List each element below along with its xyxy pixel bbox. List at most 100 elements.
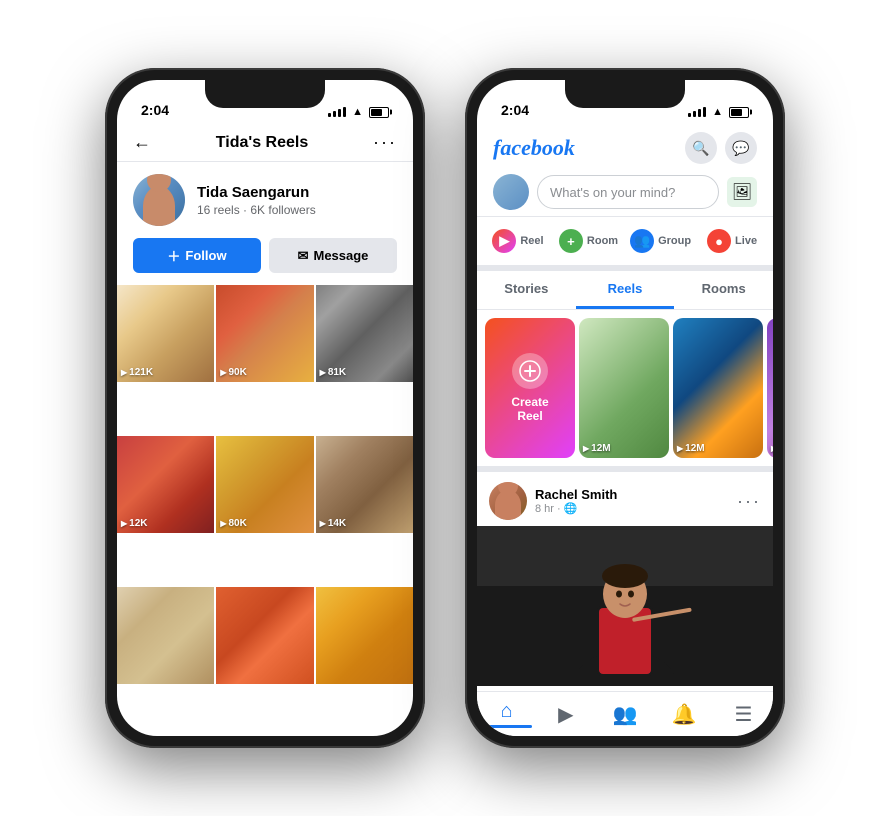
room-label: Room: [587, 235, 618, 247]
follow-button[interactable]: ＋ Follow: [133, 238, 261, 273]
group-label: Group: [658, 235, 691, 247]
search-button[interactable]: 🔍: [685, 132, 717, 164]
nav-reels[interactable]: ▶: [536, 692, 595, 736]
fb-header: facebook 🔍 💬: [477, 124, 773, 168]
message-button[interactable]: ✉ Message: [269, 238, 397, 273]
grid-item-1[interactable]: ▶ 121K: [117, 285, 214, 382]
reel-action-button[interactable]: ▶ Reel: [485, 223, 551, 259]
grid-item-9[interactable]: [316, 587, 413, 684]
view-count-4: ▶ 12K: [121, 518, 148, 529]
reel-item-3[interactable]: ▶ 12M: [767, 318, 773, 458]
group-action-button[interactable]: 👥 Group: [626, 223, 695, 259]
post-more-button[interactable]: ···: [737, 491, 761, 512]
wifi-icon-2: ▲: [712, 106, 723, 118]
nav-menu[interactable]: ☰: [714, 692, 773, 736]
reels-grid: ▶ 121K ▶ 90K ▶ 81K: [117, 285, 413, 736]
phone-1: 2:04 ▲ ← Tida's Reels ···: [105, 68, 425, 748]
live-label: Live: [735, 235, 757, 247]
time-2: 2:04: [501, 102, 529, 118]
post-timestamp: 8 hr · 🌐: [535, 502, 617, 515]
grid-item-5[interactable]: ▶ 80K: [216, 436, 313, 533]
grid-item-7[interactable]: [117, 587, 214, 684]
messenger-icon: ✉: [298, 248, 309, 264]
tab-stories[interactable]: Stories: [477, 271, 576, 309]
profile-info: Tida Saengarun 16 reels · 6K followers: [197, 184, 316, 217]
notch-2: [565, 80, 685, 108]
profile-stats: 16 reels · 6K followers: [197, 203, 316, 217]
messenger-button[interactable]: 💬: [725, 132, 757, 164]
more-button[interactable]: ···: [373, 132, 397, 153]
view-count-6: ▶ 14K: [320, 518, 347, 529]
reel-view-count-1: ▶ 12M: [583, 443, 611, 454]
battery-icon-2: [729, 107, 749, 118]
grid-item-3[interactable]: ▶ 81K: [316, 285, 413, 382]
reels-scroll-row[interactable]: CreateReel ▶ 12M ▶ 12M ▶ 1: [477, 310, 773, 472]
nav-notifications[interactable]: 🔔: [655, 692, 714, 736]
reel-icon: ▶: [492, 229, 516, 253]
post-header: Rachel Smith 8 hr · 🌐 ···: [477, 472, 773, 526]
post-author-details: Rachel Smith 8 hr · 🌐: [535, 487, 617, 515]
post-author-avatar: [489, 482, 527, 520]
content-tabs: Stories Reels Rooms: [477, 271, 773, 310]
follow-label: Follow: [185, 248, 226, 263]
avatar: [133, 174, 185, 226]
signal-icon: [328, 107, 346, 117]
live-action-button[interactable]: ● Live: [699, 223, 765, 259]
grid-item-6[interactable]: ▶ 14K: [316, 436, 413, 533]
reel-label: Reel: [520, 235, 543, 247]
facebook-logo: facebook: [493, 135, 575, 161]
compose-placeholder: What's on your mind?: [550, 185, 675, 200]
group-icon: 👥: [630, 229, 654, 253]
view-count-2: ▶ 90K: [220, 367, 247, 378]
nav-home[interactable]: ⌂: [477, 692, 536, 736]
photo-button[interactable]: 🖼: [727, 177, 757, 207]
signal-icon-2: [688, 107, 706, 117]
bottom-nav: ⌂ ▶ 👥 🔔 ☰: [477, 691, 773, 736]
reel-item-2[interactable]: ▶ 12M: [673, 318, 763, 458]
reel-view-count-3: ▶ 12M: [771, 443, 773, 454]
home-icon: ⌂: [501, 700, 513, 723]
status-icons-2: ▲: [688, 106, 749, 118]
compose-bar: What's on your mind? 🖼: [477, 168, 773, 217]
action-buttons: ＋ Follow ✉ Message: [117, 238, 413, 285]
grid-item-8[interactable]: [216, 587, 313, 684]
reel-item-1[interactable]: ▶ 12M: [579, 318, 669, 458]
wifi-icon: ▲: [352, 106, 363, 118]
bell-icon: 🔔: [672, 702, 697, 727]
room-action-button[interactable]: + Room: [555, 223, 622, 259]
create-reel-icon: [512, 353, 548, 389]
page-title: Tida's Reels: [216, 134, 308, 152]
post-author-name: Rachel Smith: [535, 487, 617, 502]
header-icons: 🔍 💬: [685, 132, 757, 164]
follow-icon: ＋: [167, 246, 180, 265]
view-count-5: ▶ 80K: [220, 518, 247, 529]
grid-item-2[interactable]: ▶ 90K: [216, 285, 313, 382]
action-row: ▶ Reel + Room 👥 Group ● Live: [477, 217, 773, 271]
notch-1: [205, 80, 325, 108]
tab-rooms[interactable]: Rooms: [674, 271, 773, 309]
groups-icon: 👥: [613, 702, 638, 727]
create-reel-button[interactable]: CreateReel: [485, 318, 575, 458]
live-icon: ●: [707, 229, 731, 253]
view-count-1: ▶ 121K: [121, 367, 153, 378]
menu-icon: ☰: [734, 702, 752, 727]
battery-icon: [369, 107, 389, 118]
profile-name: Tida Saengarun: [197, 184, 316, 201]
grid-item-4[interactable]: ▶ 12K: [117, 436, 214, 533]
status-icons-1: ▲: [328, 106, 389, 118]
tab-reels[interactable]: Reels: [576, 271, 675, 309]
reels-header: ← Tida's Reels ···: [117, 124, 413, 162]
post-author: Rachel Smith 8 hr · 🌐: [489, 482, 617, 520]
reels-nav-icon: ▶: [558, 702, 573, 727]
room-icon: +: [559, 229, 583, 253]
user-avatar: [493, 174, 529, 210]
nav-groups[interactable]: 👥: [595, 692, 654, 736]
phone-2: 2:04 ▲ facebook 🔍 💬: [465, 68, 785, 748]
post-image: [477, 526, 773, 686]
create-reel-label: CreateReel: [511, 395, 548, 423]
back-button[interactable]: ←: [133, 132, 151, 153]
compose-input[interactable]: What's on your mind?: [537, 175, 719, 209]
reel-view-count-2: ▶ 12M: [677, 443, 705, 454]
time-1: 2:04: [141, 102, 169, 118]
view-count-3: ▶ 81K: [320, 367, 347, 378]
